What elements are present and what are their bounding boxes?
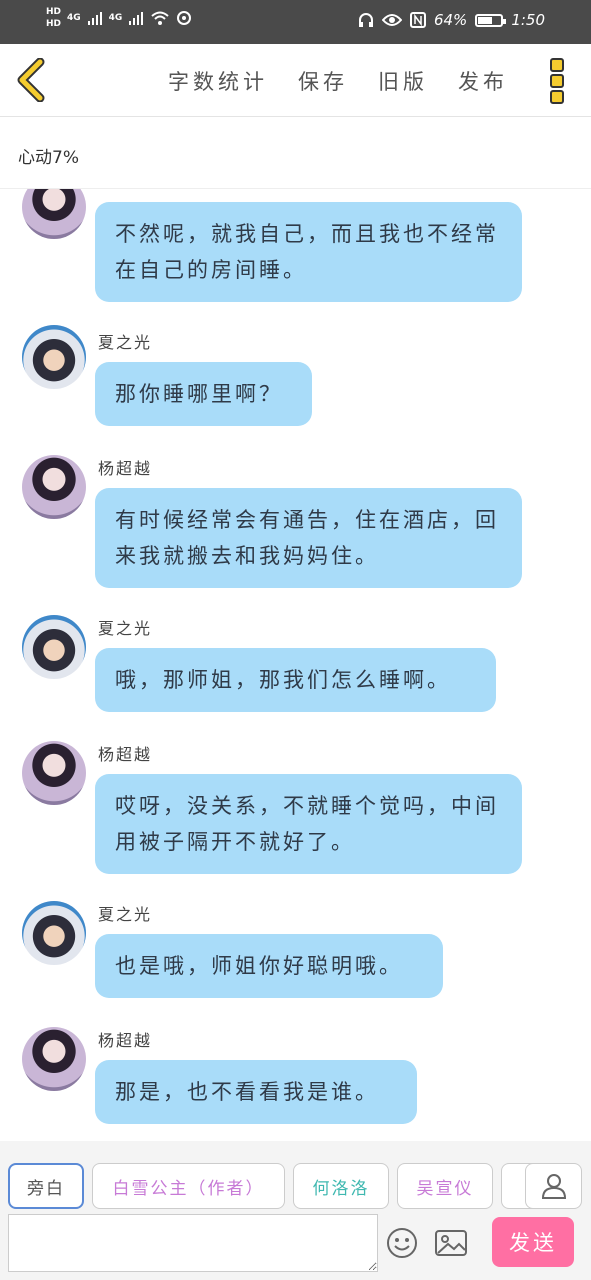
emoji-button[interactable]: [386, 1227, 418, 1259]
old-version-button[interactable]: 旧版: [378, 66, 428, 96]
wifi-icon: [151, 11, 169, 25]
avatar[interactable]: [22, 189, 86, 239]
word-count-button[interactable]: 字数统计: [168, 66, 268, 96]
message-bubble[interactable]: 也是哦，师姐你好聪明哦。: [95, 934, 443, 998]
eye-icon: [381, 14, 402, 26]
hd-indicator-1: HD: [46, 7, 62, 17]
battery-percent: 64%: [433, 11, 468, 29]
network-label-2: 4G: [108, 13, 123, 23]
network-label-1: 4G: [67, 13, 81, 23]
add-role-button[interactable]: [525, 1163, 582, 1209]
message-bubble[interactable]: 哎呀，没关系，不就睡个觉吗，中间用被子隔开不就好了。: [95, 774, 522, 874]
message-input[interactable]: [8, 1214, 378, 1272]
status-bar: HD HD 4G 4G 64% 1:50: [0, 0, 591, 44]
character-tabs[interactable]: 旁白 白雪公主（作者） 何洛洛 吴宣仪: [0, 1163, 591, 1211]
speaker-name: 夏之光: [98, 905, 153, 924]
speaker-name: 夏之光: [98, 619, 153, 638]
status-right: 64% 1:50: [358, 11, 545, 29]
avatar[interactable]: [22, 325, 86, 389]
message-bubble[interactable]: 那你睡哪里啊？: [95, 362, 312, 426]
image-button[interactable]: [434, 1227, 468, 1259]
send-button[interactable]: 发送: [492, 1217, 574, 1267]
speaker-name: 夏之光: [98, 333, 153, 352]
message-bubble[interactable]: 哦，那师姐，那我们怎么睡啊。: [95, 648, 496, 712]
clock: 1:50: [511, 11, 545, 29]
signal-icon: [87, 12, 102, 25]
publish-button[interactable]: 发布: [458, 66, 508, 96]
battery-icon: [475, 13, 507, 27]
message-bubble[interactable]: 有时候经常会有通告，住在酒店，回来我就搬去和我妈妈住。: [95, 488, 522, 588]
speaker-name: 杨超越: [98, 1031, 153, 1050]
character-tab-narrator[interactable]: 旁白: [8, 1163, 84, 1209]
character-tab-wuxuanyi[interactable]: 吴宣仪: [397, 1163, 493, 1209]
nav-actions: 字数统计 保存 旧版 发布: [168, 66, 508, 96]
save-button[interactable]: 保存: [298, 66, 348, 96]
signal-icon: [129, 12, 144, 25]
message-bubble[interactable]: 不然呢，就我自己，而且我也不经常在自己的房间睡。: [95, 202, 522, 302]
chevron-left-icon: [17, 57, 45, 103]
avatar[interactable]: [22, 1027, 86, 1091]
chat-area[interactable]: 不然呢，就我自己，而且我也不经常在自己的房间睡。 夏之光 那你睡哪里啊？ 杨超越…: [0, 189, 591, 1141]
story-subtitle: 心动7%: [18, 148, 79, 168]
story-subtitle-bar: 心动7%: [0, 117, 591, 189]
avatar[interactable]: [22, 741, 86, 805]
nfc-icon: [409, 12, 426, 28]
emoji-icon: [387, 1228, 417, 1258]
hd-indicator-2: HD: [46, 19, 62, 29]
more-vertical-icon[interactable]: [550, 58, 566, 104]
character-tab-author[interactable]: 白雪公主（作者）: [92, 1163, 285, 1209]
top-nav: 字数统计 保存 旧版 发布: [0, 44, 591, 117]
headphones-icon: [358, 13, 373, 27]
speaker-name: 杨超越: [98, 745, 153, 764]
status-left: HD HD 4G 4G: [46, 6, 192, 30]
avatar[interactable]: [22, 901, 86, 965]
back-button[interactable]: [14, 57, 50, 103]
avatar[interactable]: [22, 615, 86, 679]
sync-icon: [177, 11, 192, 25]
composer: 旁白 白雪公主（作者） 何洛洛 吴宣仪 发送: [0, 1141, 591, 1280]
speaker-name: 杨超越: [98, 459, 153, 478]
character-tab-heluoluo[interactable]: 何洛洛: [293, 1163, 389, 1209]
person-icon: [541, 1174, 566, 1199]
image-icon: [435, 1230, 467, 1256]
avatar[interactable]: [22, 455, 86, 519]
message-bubble[interactable]: 那是，也不看看我是谁。: [95, 1060, 417, 1124]
